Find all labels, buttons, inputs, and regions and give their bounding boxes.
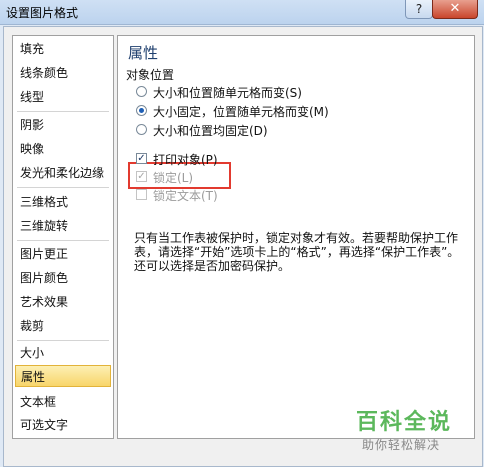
- nav-item-picture-corrections[interactable]: 图片更正: [15, 243, 111, 265]
- nav-item-line-color[interactable]: 线条颜色: [15, 62, 111, 84]
- watermark-title: 百科全说: [356, 410, 453, 435]
- checkbox-label: 锁定文本(T): [153, 189, 218, 203]
- nav-divider: [17, 340, 109, 341]
- nav-item-crop[interactable]: 裁剪: [15, 315, 111, 337]
- checkbox-label: 锁定(L): [153, 171, 194, 185]
- title-bar: 设置图片格式 ? ✕: [0, 0, 484, 25]
- radio-button[interactable]: [136, 86, 147, 97]
- watermark-subtitle: 助你轻松解决: [362, 438, 441, 452]
- watermark-logo: 百科全说 助你轻松解决: [356, 404, 474, 460]
- nav-item-3d-format[interactable]: 三维格式: [15, 191, 111, 213]
- nav-item-artistic-effects[interactable]: 艺术效果: [15, 291, 111, 313]
- radio-button[interactable]: [136, 124, 147, 135]
- help-button[interactable]: ?: [405, 0, 433, 19]
- nav-item-properties[interactable]: 属性: [15, 365, 111, 387]
- category-list: 填充 线条颜色 线型 阴影 映像 发光和柔化边缘 三维格式 三维旋转 图片更正 …: [12, 35, 114, 439]
- protection-note: 只有当工作表被保护时，锁定对象才有效。若要帮助保护工作表，请选择“开始”选项卡上…: [134, 231, 460, 273]
- nav-item-alt-text[interactable]: 可选文字: [15, 414, 111, 436]
- nav-item-shadow[interactable]: 阴影: [15, 114, 111, 136]
- checkbox[interactable]: [136, 189, 147, 200]
- radio-label: 大小和位置均固定(D): [153, 124, 268, 138]
- nav-divider: [17, 187, 109, 188]
- nav-item-3d-rotation[interactable]: 三维旋转: [15, 215, 111, 237]
- close-button[interactable]: ✕: [432, 0, 478, 19]
- close-icon: ✕: [449, 1, 461, 16]
- dialog-content: 填充 线条颜色 线型 阴影 映像 发光和柔化边缘 三维格式 三维旋转 图片更正 …: [3, 26, 483, 467]
- page-title: 属性: [128, 44, 159, 62]
- nav-item-text-box[interactable]: 文本框: [15, 391, 111, 413]
- radio-label: 大小和位置随单元格而变(S): [153, 86, 302, 100]
- nav-item-glow[interactable]: 发光和柔化边缘: [15, 162, 111, 184]
- checkbox[interactable]: ✓: [136, 171, 147, 182]
- nav-item-picture-color[interactable]: 图片颜色: [15, 267, 111, 289]
- radio-button[interactable]: [136, 105, 147, 116]
- nav-item-reflection[interactable]: 映像: [15, 138, 111, 160]
- window-title: 设置图片格式: [6, 6, 79, 20]
- help-icon: ?: [415, 2, 423, 16]
- nav-item-fill[interactable]: 填充: [15, 38, 111, 60]
- nav-item-line-style[interactable]: 线型: [15, 86, 111, 108]
- nav-divider: [17, 240, 109, 241]
- properties-panel: 属性 对象位置 大小和位置随单元格而变(S) 大小固定，位置随单元格而变(M) …: [117, 35, 475, 439]
- section-heading: 对象位置: [126, 68, 175, 82]
- nav-divider: [17, 111, 109, 112]
- nav-item-size[interactable]: 大小: [15, 342, 111, 364]
- radio-label: 大小固定，位置随单元格而变(M): [153, 105, 329, 119]
- checkbox[interactable]: ✓: [136, 153, 147, 164]
- checkbox-label: 打印对象(P): [153, 153, 218, 167]
